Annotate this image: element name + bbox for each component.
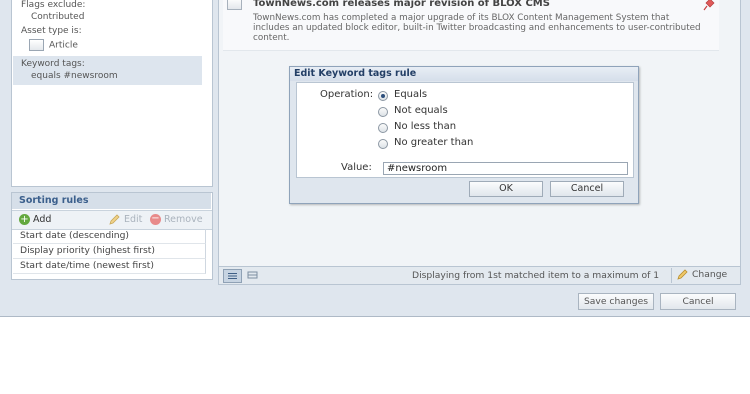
radio-not-equals[interactable] <box>378 107 388 117</box>
keyword-value-input[interactable] <box>383 162 628 175</box>
compact-view-button[interactable] <box>244 269 261 281</box>
radio-no-greater-than[interactable] <box>378 139 388 149</box>
dialog-cancel-button[interactable]: Cancel <box>550 181 624 197</box>
ok-button[interactable]: OK <box>469 181 543 197</box>
edit-keyword-rule-dialog: Edit Keyword tags rule Operation: Equals… <box>289 66 639 204</box>
radio-no-less-than[interactable] <box>378 123 388 133</box>
article-type-icon <box>29 39 44 51</box>
edit-label: Edit <box>124 214 143 225</box>
rule-asset-type[interactable]: Asset type is: Article <box>13 25 202 52</box>
article-select-checkbox[interactable] <box>227 0 242 10</box>
sorting-rules-panel: Sorting rules + Add Edit − Remove Start da… <box>11 192 213 280</box>
remove-icon: − <box>150 213 161 225</box>
remove-sort-button[interactable]: − Remove <box>150 214 203 226</box>
add-sort-button[interactable]: + Add <box>19 214 51 226</box>
filter-rules-panel: Flags exclude: Contributed Asset type is… <box>11 0 213 187</box>
list-view-button[interactable] <box>223 269 242 283</box>
list-view-icon <box>228 273 237 279</box>
article-title[interactable]: TownNews.com releases major revision of … <box>253 0 550 9</box>
value-label: Value: <box>341 162 372 173</box>
article-item[interactable]: TownNews.com releases major revision of … <box>223 0 719 51</box>
radio-equals[interactable] <box>378 91 388 101</box>
compact-view-icon <box>247 271 258 279</box>
rule-value: equals #newsroom <box>31 71 118 81</box>
change-label: Change <box>692 269 728 280</box>
pencil-icon <box>109 214 120 225</box>
dialog-title: Edit Keyword tags rule <box>290 67 638 81</box>
divider <box>671 268 672 283</box>
dialog-body: Operation: Equals Not equals No less tha… <box>296 82 634 178</box>
rule-value: Contributed <box>31 12 85 22</box>
change-button[interactable]: Change <box>677 269 727 280</box>
option-not-equals-label[interactable]: Not equals <box>394 105 448 116</box>
option-equals-label[interactable]: Equals <box>394 89 427 100</box>
sorting-toolbar: + Add Edit − Remove <box>12 210 212 230</box>
add-label: Add <box>33 214 52 225</box>
status-bar: Displaying from 1st matched item to a ma… <box>218 266 741 285</box>
sorting-rules-title: Sorting rules <box>12 193 211 209</box>
results-status-text: Displaying from 1st matched item to a ma… <box>412 270 660 281</box>
rule-label: Flags exclude: <box>21 0 86 10</box>
rule-flags-exclude[interactable]: Flags exclude: Contributed <box>13 0 202 23</box>
edit-sort-button[interactable]: Edit <box>109 214 142 226</box>
sort-rule-item[interactable]: Display priority (highest first) <box>13 244 206 259</box>
cancel-button[interactable]: Cancel <box>660 293 736 310</box>
add-icon: + <box>19 214 30 225</box>
option-no-less-than-label[interactable]: No less than <box>394 121 456 132</box>
option-no-greater-than-label[interactable]: No greater than <box>394 137 473 148</box>
sort-rule-item[interactable]: Start date/time (newest first) <box>13 259 206 274</box>
rule-value: Article <box>49 40 78 51</box>
remove-label: Remove <box>164 214 203 225</box>
save-changes-button[interactable]: Save changes <box>578 293 654 310</box>
rule-keyword-tags[interactable]: Keyword tags: equals #newsroom <box>13 56 202 85</box>
article-summary: TownNews.com has completed a major upgra… <box>253 13 701 43</box>
pin-icon[interactable] <box>701 0 715 12</box>
cms-window: Flags exclude: Contributed Asset type is… <box>0 0 750 317</box>
operation-label: Operation: <box>320 89 374 100</box>
rule-label: Asset type is: <box>21 26 82 36</box>
sort-rule-item[interactable]: Start date (descending) <box>13 229 206 244</box>
pencil-icon <box>677 269 688 280</box>
rule-label: Keyword tags: <box>21 59 85 69</box>
